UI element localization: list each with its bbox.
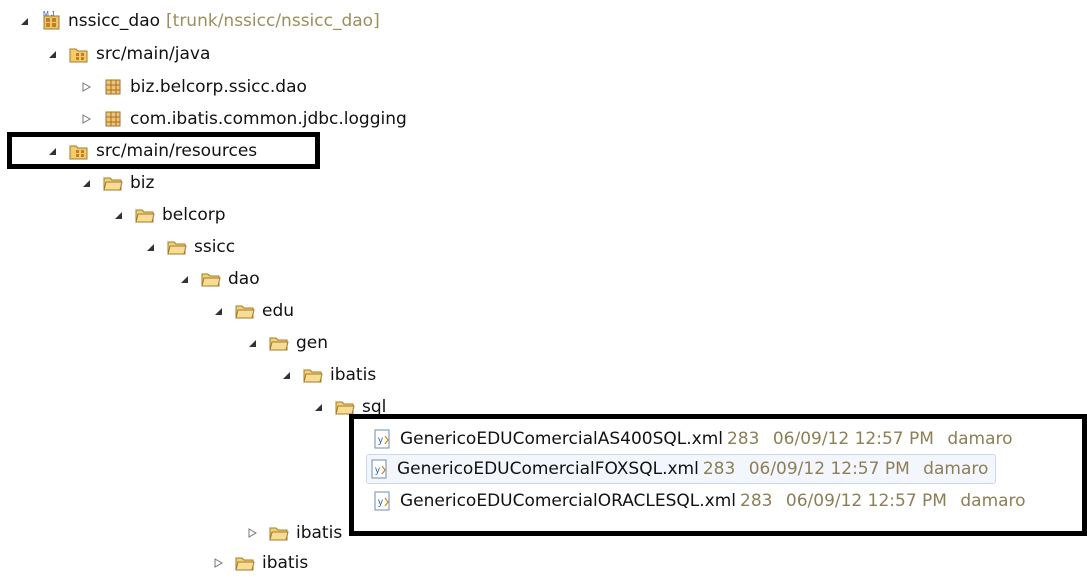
tree-item-folder-ibatis-collapsed-1[interactable]: ibatis <box>244 518 342 548</box>
svg-text:M: M <box>43 11 49 18</box>
project-decoration: [trunk/nssicc/nssicc_dao] <box>166 11 380 31</box>
svg-text:J: J <box>51 11 55 18</box>
package-icon <box>102 76 124 98</box>
expanded-arrow-icon[interactable] <box>16 13 32 29</box>
collapsed-arrow-icon[interactable] <box>244 525 260 541</box>
folder-icon <box>234 552 256 574</box>
collapsed-arrow-icon[interactable] <box>210 555 226 571</box>
expanded-arrow-icon[interactable] <box>310 399 326 415</box>
svg-text:y: y <box>378 435 383 446</box>
expanded-arrow-icon[interactable] <box>110 207 126 223</box>
tree-item-src-main-resources[interactable]: src/main/resources <box>44 136 257 166</box>
tree-item-package-com-ibatis[interactable]: com.ibatis.common.jdbc.logging <box>78 104 407 134</box>
folder-label: belcorp <box>162 205 226 225</box>
tree-item-folder-sql[interactable]: sql <box>310 392 386 422</box>
expanded-arrow-icon[interactable] <box>278 367 294 383</box>
file-meta: 283 06/09/12 12:57 PM damaro <box>703 459 989 479</box>
file-date: 06/09/12 12:57 PM <box>785 491 947 511</box>
tree-item-folder-biz[interactable]: biz <box>78 168 154 198</box>
expanded-arrow-icon[interactable] <box>78 175 94 191</box>
package-label: com.ibatis.common.jdbc.logging <box>130 109 407 129</box>
folder-label: ibatis <box>262 553 309 573</box>
file-revision: 283 <box>702 459 736 479</box>
tree-item-folder-dao[interactable]: dao <box>176 264 260 294</box>
tree-item-package-biz-belcorp[interactable]: biz.belcorp.ssicc.dao <box>78 72 307 102</box>
src-main-java-label: src/main/java <box>96 44 211 64</box>
package-icon <box>102 108 124 130</box>
folder-label: sql <box>362 397 387 417</box>
folder-icon <box>166 236 188 258</box>
folder-label: ibatis <box>330 365 377 385</box>
file-author: damaro <box>947 429 1013 449</box>
tree-item-file-fox-selected[interactable]: y GenericoEDUComercialFOXSQL.xml 283 06/… <box>366 454 997 484</box>
expanded-arrow-icon[interactable] <box>176 271 192 287</box>
folder-icon <box>268 522 290 544</box>
folder-label: ssicc <box>194 237 236 257</box>
file-date: 06/09/12 12:57 PM <box>748 459 910 479</box>
expanded-arrow-icon[interactable] <box>44 143 60 159</box>
file-name: GenericoEDUComercialORACLESQL.xml <box>400 491 737 511</box>
tree-item-project[interactable]: M J nssicc_dao [trunk/nssicc/nssicc_dao] <box>16 6 380 36</box>
tree-item-file-oracle[interactable]: y GenericoEDUComercialORACLESQL.xml 283 … <box>372 486 1026 516</box>
folder-icon <box>200 268 222 290</box>
expanded-arrow-icon[interactable] <box>210 303 226 319</box>
xml-file-icon: y <box>369 458 391 480</box>
file-revision: 283 <box>740 491 773 511</box>
file-date: 06/09/12 12:57 PM <box>772 429 934 449</box>
expanded-arrow-icon[interactable] <box>244 335 260 351</box>
tree-item-folder-gen[interactable]: gen <box>244 328 328 358</box>
collapsed-arrow-icon[interactable] <box>78 111 94 127</box>
file-revision: 283 <box>726 429 760 449</box>
tree-item-src-main-java[interactable]: src/main/java <box>44 39 210 69</box>
expanded-arrow-icon[interactable] <box>44 46 60 62</box>
folder-icon <box>102 172 124 194</box>
project-name: nssicc_dao <box>68 11 161 31</box>
folder-label: biz <box>130 173 155 193</box>
tree-item-folder-edu[interactable]: edu <box>210 296 294 326</box>
file-author: damaro <box>960 491 1026 511</box>
collapsed-arrow-icon[interactable] <box>78 79 94 95</box>
file-meta: 283 06/09/12 12:57 PM damaro <box>727 429 1013 449</box>
project-icon: M J <box>40 10 62 32</box>
tree-item-folder-ibatis[interactable]: ibatis <box>278 360 376 390</box>
folder-label: edu <box>262 301 295 321</box>
expanded-arrow-icon[interactable] <box>142 239 158 255</box>
package-label: biz.belcorp.ssicc.dao <box>130 77 307 97</box>
folder-icon <box>268 332 290 354</box>
folder-icon <box>134 204 156 226</box>
xml-file-icon: y <box>372 490 394 512</box>
svg-text:y: y <box>378 497 383 508</box>
folder-icon <box>234 300 256 322</box>
folder-label: ibatis <box>296 523 343 543</box>
file-name: GenericoEDUComercialFOXSQL.xml <box>397 459 699 479</box>
folder-label: gen <box>296 333 329 353</box>
folder-icon <box>302 364 324 386</box>
file-author: damaro <box>923 459 989 479</box>
file-name: GenericoEDUComercialAS400SQL.xml <box>400 429 723 449</box>
tree-item-file-as400[interactable]: y GenericoEDUComercialAS400SQL.xml 283 0… <box>372 424 1013 454</box>
source-folder-icon <box>68 140 90 162</box>
source-folder-icon <box>68 43 90 65</box>
svg-text:y: y <box>375 465 380 476</box>
tree-item-folder-ssicc[interactable]: ssicc <box>142 232 235 262</box>
folder-icon <box>334 396 356 418</box>
xml-file-icon: y <box>372 428 394 450</box>
tree-item-folder-belcorp[interactable]: belcorp <box>110 200 226 230</box>
file-meta: 283 06/09/12 12:57 PM damaro <box>740 491 1026 511</box>
src-main-resources-label: src/main/resources <box>96 141 258 161</box>
folder-label: dao <box>228 269 260 289</box>
